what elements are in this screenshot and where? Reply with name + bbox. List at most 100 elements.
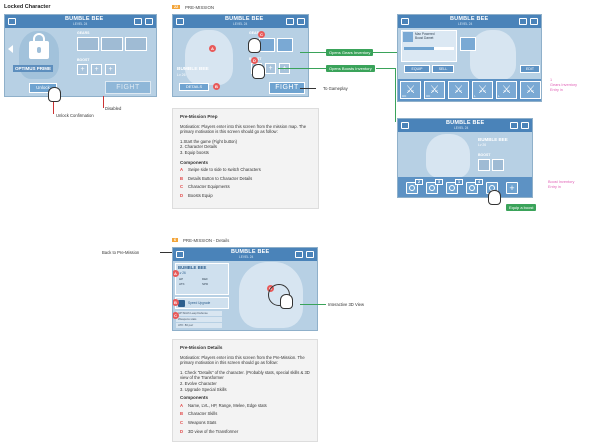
details-title: PRE-MISSION - Details: [183, 238, 230, 243]
boost-slot[interactable]: +: [265, 63, 276, 74]
edit-button[interactable]: EDIT: [520, 65, 540, 73]
connector-line: [300, 52, 326, 53]
back-icon[interactable]: [176, 18, 184, 25]
boost-slot[interactable]: [492, 159, 504, 171]
boost-count-badge: 1: [455, 179, 464, 185]
weapon-slot[interactable]: ⚔: [448, 81, 469, 99]
character-robot: [185, 30, 233, 85]
menu-icon[interactable]: [297, 18, 305, 25]
gears-inventory-note: 1 Gears Inventory Entry in: [550, 78, 578, 92]
connector-line: [160, 252, 172, 253]
weapon-stat-row: HP:Stitch Leap Defense: [176, 311, 222, 316]
connector-line: [53, 102, 54, 114]
shop-icon[interactable]: [295, 251, 303, 258]
gear-slot[interactable]: [77, 37, 99, 51]
swipe-left-arrow[interactable]: [8, 45, 13, 53]
back-icon[interactable]: [401, 122, 409, 129]
char-level: LEVEL 24: [454, 126, 469, 130]
gears-label: GEARS: [77, 31, 90, 35]
stats-panel: BUMBLE BEE Lv 26 HP ATK DEF SPD: [175, 263, 229, 295]
skill-icon[interactable]: [178, 300, 185, 307]
gear-slot[interactable]: [101, 37, 123, 51]
component-row: A Name, LVL, HP, Range, Melee, Edge stats: [180, 402, 267, 408]
step-badge: 6: [172, 238, 179, 242]
prep-heading: Pre-Mission Prep: [180, 114, 218, 119]
connector-line: [103, 96, 104, 108]
connector-line: [300, 88, 316, 89]
marker-b: B: [173, 299, 179, 306]
tap-hand-icon: [252, 64, 265, 79]
premission-title: PRE-MISSION: [185, 5, 215, 10]
gear-slot-weapon[interactable]: [259, 38, 275, 52]
weapon-stat-row: ATK: 80 pwr: [176, 323, 222, 328]
component-row: C Character Equipments: [180, 184, 230, 190]
weapon-slot[interactable]: ⚔ UC: [424, 81, 445, 99]
shop-icon[interactable]: [519, 18, 527, 25]
top-bar: BUMBLE BEE LEVEL 24: [5, 15, 156, 28]
marker-d: D: [251, 57, 258, 64]
lock-icon: [29, 33, 49, 59]
opens-boosts-callout: Opens Boosts Inventory: [326, 65, 375, 72]
menu-icon[interactable]: [145, 18, 153, 25]
menu-icon[interactable]: [521, 122, 529, 129]
character-name: BUMBLE BEE: [177, 67, 209, 72]
boost-slot[interactable]: +: [105, 64, 116, 75]
stat-label: ATK: [179, 282, 185, 286]
details-step: 1. Check "Details" of the character. (Pr…: [180, 369, 310, 381]
back-icon[interactable]: [176, 251, 184, 258]
weapon-slot[interactable]: ⚔: [520, 81, 541, 99]
tap-hand-icon: [48, 87, 61, 102]
stat-bar: [404, 47, 454, 50]
weapon-slot[interactable]: ⚔ L: [496, 81, 517, 99]
boost-inventory-screen: BUMBLE BEE LEVEL 24 BUMBLE BEE Lv 26 BOO…: [397, 118, 533, 198]
skill-label: Speed Upgrade: [188, 301, 211, 305]
component-row: A Swipe side to side to switch Characters: [180, 167, 261, 173]
boost-slot[interactable]: +: [77, 64, 88, 75]
connector-line: [376, 68, 396, 69]
gear-slot-weapon[interactable]: [277, 38, 293, 52]
fight-button-disabled: FIGHT: [105, 81, 151, 94]
stat-label: DEF: [202, 277, 208, 281]
details-button[interactable]: DETAILS: [179, 83, 209, 91]
sell-button[interactable]: SELL: [432, 65, 454, 73]
tap-hand-icon: [280, 294, 293, 309]
character-level: Lv 26: [478, 143, 487, 147]
gear-slot-weapon[interactable]: [460, 37, 476, 51]
shop-icon[interactable]: [510, 122, 518, 129]
back-icon[interactable]: [8, 18, 16, 25]
add-boost-button[interactable]: +: [506, 182, 518, 194]
boost-count-badge: 2: [415, 179, 424, 185]
disabled-note: Disabled: [105, 106, 122, 111]
top-bar: BUMBLE BEE LEVEL 24: [398, 15, 541, 28]
shop-icon[interactable]: [134, 18, 142, 25]
equip-button[interactable]: EQUIP: [404, 65, 430, 73]
character-level: Lv 26: [178, 271, 186, 275]
prep-components-title: Components: [180, 159, 209, 165]
char-level: LEVEL 24: [458, 22, 473, 26]
weapon-inventory-bar: ⚔ UC ⚔ UC ⚔ ⚔ L ⚔ L ⚔: [398, 79, 541, 101]
component-row: D 3D view of the Transformer: [180, 428, 239, 434]
boost-slot[interactable]: +: [91, 64, 102, 75]
character-robot: [470, 30, 516, 80]
top-bar: BUMBLE BEE LEVEL 24: [173, 248, 317, 261]
weapon-slot[interactable]: ⚔ UC: [400, 81, 421, 99]
weapon-slot[interactable]: ⚔ L: [472, 81, 493, 99]
menu-icon[interactable]: [306, 251, 314, 258]
item-stat: Boost Damet: [415, 36, 434, 40]
top-bar: BUMBLE BEE LEVEL 24: [173, 15, 308, 28]
component-row: D Boosts Equip: [180, 192, 213, 198]
gear-slot[interactable]: [125, 37, 147, 51]
item-thumb: [403, 32, 413, 42]
prep-description: Pre-Mission Prep Motivation: Players ent…: [172, 108, 319, 209]
to-gameplay-note: To Gameplay: [323, 86, 348, 91]
marker-a: A: [173, 270, 179, 277]
boost-slot[interactable]: [478, 159, 490, 171]
component-row: B Character Skills: [180, 411, 218, 417]
tap-hand-icon: [488, 190, 501, 205]
character-name: OPTIMUS PRIME: [13, 65, 54, 72]
menu-icon[interactable]: [530, 18, 538, 25]
premission-screen: BUMBLE BEE LEVEL 24 GEARS BOOST + + + BU…: [172, 14, 309, 97]
boost-inventory-note: Boost Inventory Entry in: [548, 180, 575, 189]
back-icon[interactable]: [401, 18, 409, 25]
shop-icon[interactable]: [286, 18, 294, 25]
